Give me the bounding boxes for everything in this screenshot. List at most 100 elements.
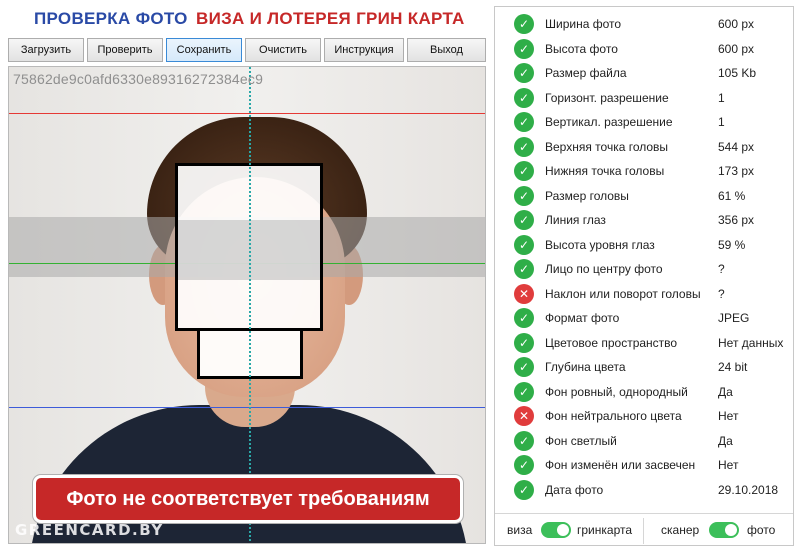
check-label: Ширина фото xyxy=(545,17,622,32)
app-header: ПРОВЕРКА ФОТО ВИЗА И ЛОТЕРЕЯ ГРИН КАРТА xyxy=(0,0,490,36)
check-label: Фон ровный, однородный xyxy=(545,384,688,399)
check-circle-icon: ✓ xyxy=(514,455,534,476)
check-circle-icon: ✓ xyxy=(514,381,534,402)
visa-greencard-toggle[interactable] xyxy=(541,522,571,538)
check-value: Нет данных xyxy=(718,335,784,350)
photo-hash: 75862de9c0afd6330e89316272384ec9 xyxy=(13,71,264,87)
check-row: ✓ Высота фото 600 px xyxy=(495,37,795,62)
check-value: 600 px xyxy=(718,41,755,56)
check-row: ✓ Высота уровня глаз 59 % xyxy=(495,233,795,258)
check-circle-icon: ✓ xyxy=(514,430,534,451)
check-row: ✓ Размер головы 61 % xyxy=(495,184,795,209)
check-value: ? xyxy=(718,286,725,301)
check-value: 1 xyxy=(718,115,725,130)
check-value: 61 % xyxy=(718,188,746,203)
check-value: Да xyxy=(718,384,733,399)
check-circle-icon: ✓ xyxy=(514,87,534,108)
check-value: 24 bit xyxy=(718,360,748,375)
check-row: ✓ Формат фото JPEG xyxy=(495,306,795,331)
check-value: Нет xyxy=(718,409,739,424)
switch-visa-label: виза xyxy=(507,523,533,537)
check-label: Высота фото xyxy=(545,41,618,56)
check-label: Дата фото xyxy=(545,482,604,497)
check-row: ✓ Фон ровный, однородный Да xyxy=(495,380,795,405)
top-limit-line xyxy=(9,113,485,114)
cross-circle-icon: ✕ xyxy=(514,283,534,304)
check-button[interactable]: Проверить xyxy=(87,38,163,62)
result-message: Фото не соответствует требованиям xyxy=(66,487,430,510)
check-label: Лицо по центру фото xyxy=(545,262,663,277)
save-button[interactable]: Сохранить xyxy=(166,38,242,62)
check-value: 600 px xyxy=(718,17,755,32)
check-circle-icon: ✓ xyxy=(514,210,534,231)
check-value: 356 px xyxy=(718,213,755,228)
check-label: Линия глаз xyxy=(545,213,606,228)
check-circle-icon: ✓ xyxy=(514,38,534,59)
switch-greencard-label: гринкарта xyxy=(577,523,633,537)
check-circle-icon: ✓ xyxy=(514,479,534,500)
check-circle-icon: ✓ xyxy=(514,357,534,378)
check-circle-icon: ✓ xyxy=(514,161,534,182)
check-value: Да xyxy=(718,433,733,448)
check-value: 1 xyxy=(718,90,725,105)
check-label: Фон изменён или засвечен xyxy=(545,458,696,473)
check-circle-icon: ✓ xyxy=(514,63,534,84)
checks-list: ✓ Ширина фото 600 px ✓ Высота фото 600 px ✓ Раз… xyxy=(495,12,795,502)
check-row: ✕ Наклон или поворот головы? xyxy=(495,282,795,307)
check-circle-icon: ✓ xyxy=(514,259,534,280)
check-circle-icon: ✓ xyxy=(514,308,534,329)
check-row: ✓ Фон светлый Да xyxy=(495,429,795,454)
check-row: ✓ Размер файла 105 Kb xyxy=(495,61,795,86)
bottom-limit-line xyxy=(9,407,485,408)
check-value: 544 px xyxy=(718,139,755,154)
title-visa-greencard: ВИЗА И ЛОТЕРЕЯ ГРИН КАРТА xyxy=(196,9,465,28)
check-label: Фон нейтрального цвета xyxy=(545,409,682,424)
check-row: ✓ Горизонт. разрешение 1 xyxy=(495,86,795,111)
check-circle-icon: ✓ xyxy=(514,332,534,353)
center-line xyxy=(249,67,251,543)
toolbar: Загрузить Проверить Сохранить Очистить И… xyxy=(8,38,486,62)
switch-scanner-label: сканер xyxy=(661,523,700,537)
mode-switches: виза гринкарта сканер фото xyxy=(495,513,793,545)
check-label: Верхняя точка головы xyxy=(545,139,669,154)
check-label: Горизонт. разрешение xyxy=(545,90,669,105)
check-row: ✕ Фон нейтрального цвета Нет xyxy=(495,404,795,429)
check-row: ✓ Нижняя точка головы 173 px xyxy=(495,159,795,184)
check-value: 105 Kb xyxy=(718,66,757,81)
check-row: ✓ Ширина фото 600 px xyxy=(495,12,795,37)
check-row: ✓ Фон изменён или засвечен Нет xyxy=(495,453,795,478)
check-label: Наклон или поворот головы xyxy=(545,286,701,301)
check-value: 29.10.2018 xyxy=(718,482,779,497)
check-row: ✓ Цветовое пространство Нет данных xyxy=(495,331,795,356)
check-circle-icon: ✓ xyxy=(514,185,534,206)
check-value: ? xyxy=(718,262,725,277)
check-circle-icon: ✓ xyxy=(514,14,534,35)
check-label: Фон светлый xyxy=(545,433,617,448)
result-banner: Фото не соответствует требованиям xyxy=(33,475,463,523)
check-row: ✓ Глубина цвета 24 bit xyxy=(495,355,795,380)
switch-photo-label: фото xyxy=(747,523,776,537)
check-value: 173 px xyxy=(718,164,755,179)
title-photo-check: ПРОВЕРКА ФОТО xyxy=(34,9,188,28)
cross-circle-icon: ✕ xyxy=(514,406,534,427)
check-label: Размер файла xyxy=(545,66,627,81)
instructions-button[interactable]: Инструкция xyxy=(324,38,404,62)
exit-button[interactable]: Выход xyxy=(407,38,486,62)
check-row: ✓ Лицо по центру фото? xyxy=(495,257,795,282)
load-button[interactable]: Загрузить xyxy=(8,38,84,62)
clear-button[interactable]: Очистить xyxy=(245,38,321,62)
check-value: JPEG xyxy=(718,311,750,326)
check-circle-icon: ✓ xyxy=(514,234,534,255)
check-row: ✓ Вертикал. разрешение 1 xyxy=(495,110,795,135)
check-row: ✓ Дата фото 29.10.2018 xyxy=(495,478,795,503)
check-circle-icon: ✓ xyxy=(514,136,534,157)
check-label: Вертикал. разрешение xyxy=(545,115,673,130)
check-label: Цветовое пространство xyxy=(545,335,678,350)
check-value: Нет xyxy=(718,458,739,473)
check-label: Глубина цвета xyxy=(545,360,626,375)
scanner-photo-toggle[interactable] xyxy=(709,522,739,538)
photo-viewport[interactable]: 75862de9c0afd6330e89316272384ec9 Фото не… xyxy=(8,66,486,544)
check-value: 59 % xyxy=(718,237,746,252)
watermark: GREENCARD.BY xyxy=(15,521,164,539)
check-label: Высота уровня глаз xyxy=(545,237,655,252)
